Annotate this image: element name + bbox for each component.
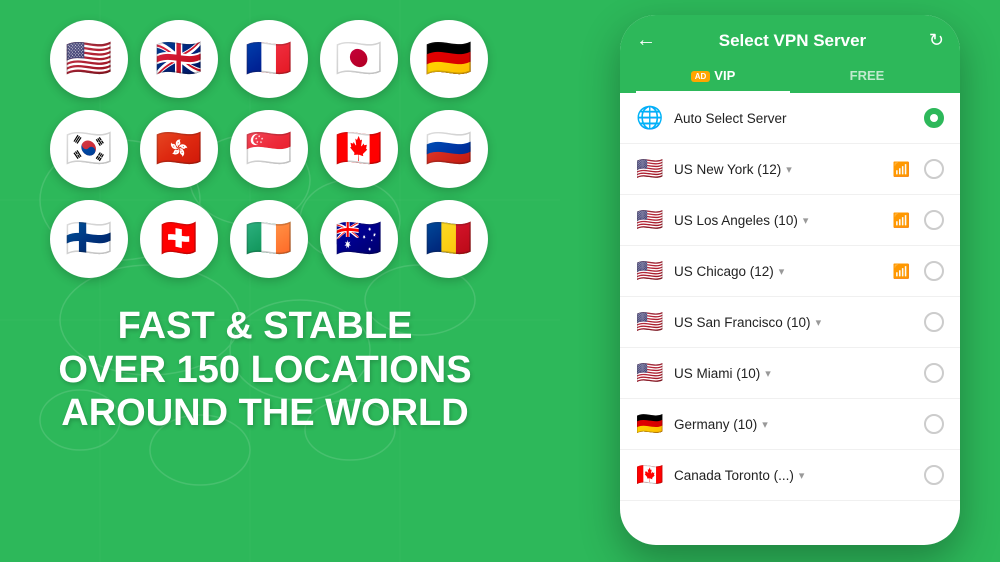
hero-line3: AROUND THE WORLD (58, 392, 471, 436)
radio-button[interactable] (924, 312, 944, 332)
romania-flag: 🇷🇴 (410, 200, 488, 278)
radio-button[interactable] (924, 159, 944, 179)
signal-icon: 📶 (893, 212, 910, 229)
flag-icon: 🇩🇪 (636, 411, 664, 437)
korea-flag: 🇰🇷 (50, 110, 128, 188)
server-item[interactable]: 🇺🇸 US Chicago (12) ▾ 📶 (620, 246, 960, 297)
left-section: 🇺🇸🇬🇧🇫🇷🇯🇵🇩🇪 🇰🇷🇭🇰🇸🇬🇨🇦🇷🇺 🇫🇮🇨🇭🇮🇪🇦🇺🇷🇴 FAST & ST… (0, 0, 560, 562)
phone-header: ← Select VPN Server ↻ (620, 15, 960, 52)
flag-icon: 🇨🇦 (636, 462, 664, 488)
server-item[interactable]: 🇺🇸 US New York (12) ▾ 📶 (620, 144, 960, 195)
radio-button[interactable] (924, 210, 944, 230)
chevron-down-icon: ▾ (765, 367, 771, 380)
signal-icon: 📶 (893, 161, 910, 178)
server-list: 🌐 Auto Select Server 🇺🇸 US New York (12) ▾ 📶… (620, 93, 960, 501)
tab-free[interactable]: FREE (790, 60, 944, 93)
back-button[interactable]: ← (636, 29, 656, 52)
globe-icon: 🌐 (636, 105, 664, 131)
signal-icon: 📶 (893, 263, 910, 280)
phone-title: Select VPN Server (719, 31, 866, 51)
flag-icon: 🇺🇸 (636, 258, 664, 284)
radio-button[interactable] (924, 414, 944, 434)
hero-line1: FAST & STABLE (58, 305, 471, 349)
server-list-container: 🌐 Auto Select Server 🇺🇸 US New York (12) ▾ 📶… (620, 93, 960, 545)
singapore-flag: 🇸🇬 (230, 110, 308, 188)
flag-icon: 🇺🇸 (636, 156, 664, 182)
hero-line2: OVER 150 LOCATIONS (58, 349, 471, 393)
server-item[interactable]: 🇨🇦 Canada Toronto (...) ▾ (620, 450, 960, 501)
vip-badge: AD (691, 71, 711, 82)
ireland-flag: 🇮🇪 (230, 200, 308, 278)
radio-button[interactable] (924, 261, 944, 281)
radio-button[interactable] (924, 108, 944, 128)
radio-button[interactable] (924, 465, 944, 485)
server-name: Germany (10) ▾ (674, 417, 914, 432)
flag-icon: 🇺🇸 (636, 207, 664, 233)
chevron-down-icon: ▾ (799, 469, 805, 482)
chevron-down-icon: ▾ (803, 214, 809, 227)
flag-icon: 🇺🇸 (636, 309, 664, 335)
germany-flag: 🇩🇪 (410, 20, 488, 98)
phone-frame: ← Select VPN Server ↻ ADVIPFREE 🌐 Auto Se… (620, 15, 960, 545)
flag-grid: 🇺🇸🇬🇧🇫🇷🇯🇵🇩🇪 🇰🇷🇭🇰🇸🇬🇨🇦🇷🇺 🇫🇮🇨🇭🇮🇪🇦🇺🇷🇴 (50, 20, 490, 280)
server-item[interactable]: 🇩🇪 Germany (10) ▾ (620, 399, 960, 450)
server-name: US Miami (10) ▾ (674, 366, 914, 381)
finland-flag: 🇫🇮 (50, 200, 128, 278)
server-item[interactable]: 🇺🇸 US Miami (10) ▾ (620, 348, 960, 399)
server-name: US New York (12) ▾ (674, 162, 883, 177)
refresh-button[interactable]: ↻ (929, 30, 944, 51)
japan-flag: 🇯🇵 (320, 20, 398, 98)
uk-flag: 🇬🇧 (140, 20, 218, 98)
server-name: US San Francisco (10) ▾ (674, 315, 914, 330)
france-flag: 🇫🇷 (230, 20, 308, 98)
switzerland-flag: 🇨🇭 (140, 200, 218, 278)
tab-vip[interactable]: ADVIP (636, 60, 790, 93)
radio-button[interactable] (924, 363, 944, 383)
server-item[interactable]: 🌐 Auto Select Server (620, 93, 960, 144)
server-item[interactable]: 🇺🇸 US San Francisco (10) ▾ (620, 297, 960, 348)
chevron-down-icon: ▾ (816, 316, 822, 329)
server-name: Canada Toronto (...) ▾ (674, 468, 914, 483)
canada-flag: 🇨🇦 (320, 110, 398, 188)
flag-icon: 🇺🇸 (636, 360, 664, 386)
server-name: US Los Angeles (10) ▾ (674, 213, 883, 228)
australia-flag: 🇦🇺 (320, 200, 398, 278)
hongkong-flag: 🇭🇰 (140, 110, 218, 188)
tab-bar: ADVIPFREE (620, 52, 960, 93)
server-item[interactable]: 🇺🇸 US Los Angeles (10) ▾ 📶 (620, 195, 960, 246)
server-name: Auto Select Server (674, 111, 914, 126)
phone-mockup: ← Select VPN Server ↻ ADVIPFREE 🌐 Auto Se… (620, 15, 980, 550)
chevron-down-icon: ▾ (786, 163, 792, 176)
hero-text: FAST & STABLE OVER 150 LOCATIONS AROUND … (58, 305, 471, 436)
server-name: US Chicago (12) ▾ (674, 264, 883, 279)
chevron-down-icon: ▾ (762, 418, 768, 431)
chevron-down-icon: ▾ (779, 265, 785, 278)
phone-content: ← Select VPN Server ↻ ADVIPFREE 🌐 Auto Se… (620, 15, 960, 545)
russia-flag: 🇷🇺 (410, 110, 488, 188)
usa-flag: 🇺🇸 (50, 20, 128, 98)
